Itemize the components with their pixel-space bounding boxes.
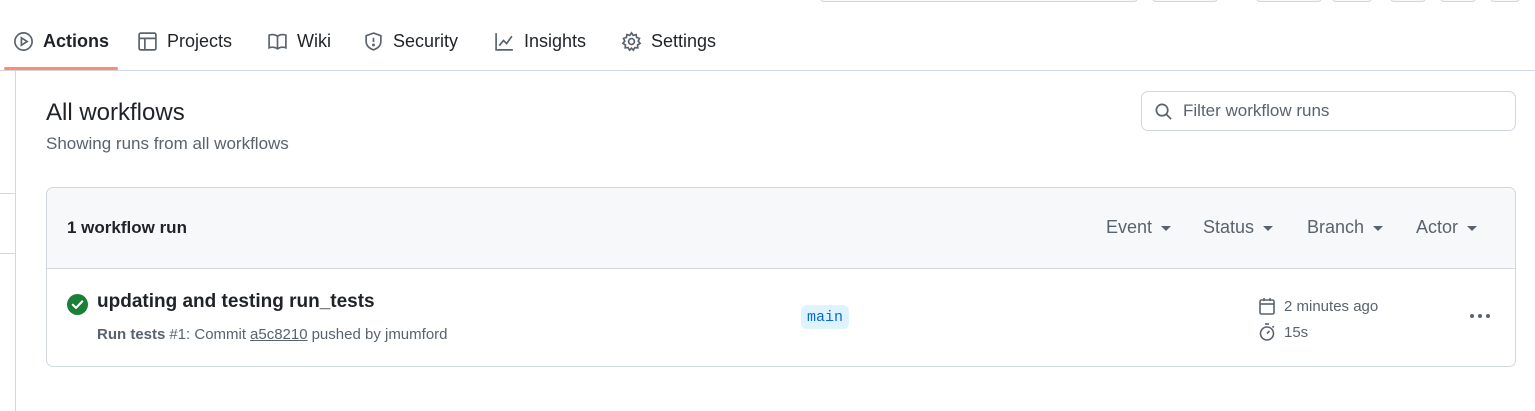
- table-icon: [138, 31, 157, 51]
- filter-runs-field[interactable]: [1141, 91, 1516, 131]
- run-number: #1: [169, 326, 187, 343]
- calendar-icon: [1259, 298, 1275, 315]
- gear-icon: [621, 30, 642, 51]
- caret-down-icon: [1373, 226, 1384, 231]
- tab-label: Security: [393, 30, 459, 51]
- tab-label: Insights: [524, 30, 587, 51]
- branch-filter-dropdown[interactable]: Branch: [1307, 217, 1384, 238]
- tab-label: Settings: [651, 30, 717, 51]
- book-icon: [268, 33, 287, 50]
- repo-tab-nav: Actions Projects Wiki Security Insights …: [0, 0, 1535, 71]
- pushed-by: pushed by jmumford: [311, 326, 448, 343]
- workflow-runs-box: 1 workflow run Event Status Branch Actor…: [46, 187, 1516, 367]
- caret-down-icon: [1467, 226, 1478, 231]
- tab-actions[interactable]: Actions: [13, 27, 109, 55]
- play-icon: [14, 31, 33, 51]
- tab-security[interactable]: Security: [363, 27, 458, 55]
- caret-down-icon: [1161, 226, 1172, 231]
- active-tab-underline: [4, 67, 118, 70]
- stopwatch-icon: [1259, 323, 1275, 341]
- tab-insights[interactable]: Insights: [494, 27, 586, 55]
- tab-wiki[interactable]: Wiki: [267, 27, 331, 55]
- page-subtitle: Showing runs from all workflows: [46, 134, 289, 153]
- dropdown-label: Event: [1106, 217, 1153, 237]
- dropdown-label: Status: [1203, 217, 1255, 237]
- workflow-run-row[interactable]: updating and testing run_tests Run tests…: [47, 269, 1515, 366]
- check-circle-icon: [67, 294, 88, 315]
- tab-settings[interactable]: Settings: [621, 27, 716, 55]
- run-meta: Run tests #1 : Commit a5c8210 pushed by …: [97, 326, 448, 343]
- runs-box-header: 1 workflow run Event Status Branch Actor: [47, 188, 1515, 269]
- duration: 15s: [1284, 323, 1309, 341]
- tab-label: Wiki: [297, 30, 331, 51]
- event-filter-dropdown[interactable]: Event: [1106, 217, 1172, 238]
- actor-filter-dropdown[interactable]: Actor: [1416, 217, 1478, 238]
- run-count: 1 workflow run: [67, 218, 187, 237]
- sidebar-item-divider: [0, 253, 15, 254]
- tab-projects[interactable]: Projects: [137, 27, 232, 55]
- run-duration: 15s: [1257, 322, 1308, 342]
- tab-label: Projects: [167, 30, 233, 51]
- sidebar-divider: [15, 71, 16, 411]
- caret-down-icon: [1263, 226, 1274, 231]
- commit-sha-link[interactable]: a5c8210: [250, 326, 308, 343]
- filter-runs-input[interactable]: [1183, 101, 1503, 121]
- search-icon: [1155, 103, 1172, 120]
- commit-prefix: : Commit: [186, 326, 247, 343]
- time-ago: 2 minutes ago: [1284, 297, 1379, 315]
- run-options-kebab-icon[interactable]: [1467, 305, 1493, 327]
- graph-icon: [495, 32, 513, 51]
- run-time: 2 minutes ago: [1257, 296, 1378, 316]
- dropdown-label: Branch: [1307, 217, 1365, 237]
- run-title-link[interactable]: updating and testing run_tests: [97, 291, 375, 313]
- shield-icon: [365, 31, 382, 51]
- status-filter-dropdown[interactable]: Status: [1203, 217, 1274, 238]
- workflow-name: Run tests: [97, 326, 166, 343]
- tab-label: Actions: [43, 30, 110, 51]
- dropdown-label: Actor: [1416, 217, 1459, 237]
- sidebar-item-divider: [0, 193, 15, 194]
- page-title: All workflows: [46, 99, 185, 126]
- branch-label[interactable]: main: [801, 305, 850, 329]
